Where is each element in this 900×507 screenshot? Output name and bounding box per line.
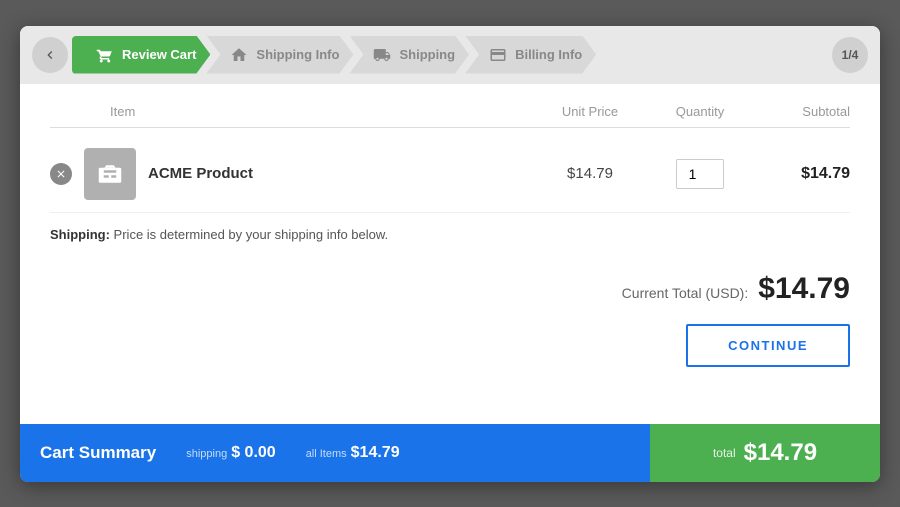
product-name: ACME Product [148,165,253,182]
quantity-input[interactable] [676,159,724,189]
unit-price: $14.79 [530,165,650,182]
product-image [84,148,136,200]
summary-all-items-label: all Items [306,448,347,460]
summary-left: Cart Summary shipping $ 0.00 all Items $… [20,424,650,482]
checkout-wrapper: Review Cart Shipping Info Shipping Billi… [20,26,880,482]
summary-total-value: $14.79 [744,439,817,467]
summary-right: total $14.79 [650,424,880,482]
table-header: Item Unit Price Quantity Subtotal [50,104,850,128]
step-shipping-info[interactable]: Shipping Info [206,36,353,74]
step-shipping[interactable]: Shipping [349,36,469,74]
total-amount: $14.79 [758,272,850,306]
summary-shipping: shipping $ 0.00 [186,444,275,462]
main-content: Item Unit Price Quantity Subtotal ACME P… [20,84,880,424]
step-billing[interactable]: Billing Info [465,36,596,74]
continue-wrap: CONTINUE [50,324,850,367]
summary-shipping-label: shipping [186,448,227,460]
subtotal: $14.79 [750,165,850,183]
summary-all-items: all Items $14.79 [306,444,400,462]
step-review-cart-label: Review Cart [122,47,196,62]
total-row: Current Total (USD): $14.79 [50,272,850,306]
step-counter: 1/4 [832,37,868,73]
total-label: Current Total (USD): [622,285,749,301]
back-button[interactable] [32,37,68,73]
stepper: Review Cart Shipping Info Shipping Billi… [20,26,880,84]
step-shipping-info-label: Shipping Info [256,47,339,62]
summary-total-label: total [713,446,736,460]
step-shipping-label: Shipping [399,47,455,62]
quantity-wrap [650,159,750,189]
remove-item-button[interactable] [50,163,72,185]
header-unit-price: Unit Price [530,104,650,119]
header-quantity: Quantity [650,104,750,119]
summary-all-items-value: $14.79 [351,444,400,462]
cart-summary: Cart Summary shipping $ 0.00 all Items $… [20,424,880,482]
step-billing-label: Billing Info [515,47,582,62]
shipping-note: Shipping: Price is determined by your sh… [50,213,850,248]
shipping-label: Shipping: [50,227,110,242]
table-row: ACME Product $14.79 $14.79 [50,136,850,213]
continue-button[interactable]: CONTINUE [686,324,850,367]
item-cell: ACME Product [50,148,530,200]
summary-shipping-value: $ 0.00 [231,444,275,462]
header-subtotal: Subtotal [750,104,850,119]
step-review-cart[interactable]: Review Cart [72,36,210,74]
header-item: Item [50,104,530,119]
summary-title: Cart Summary [40,443,156,463]
shipping-text: Price is determined by your shipping inf… [110,227,388,242]
